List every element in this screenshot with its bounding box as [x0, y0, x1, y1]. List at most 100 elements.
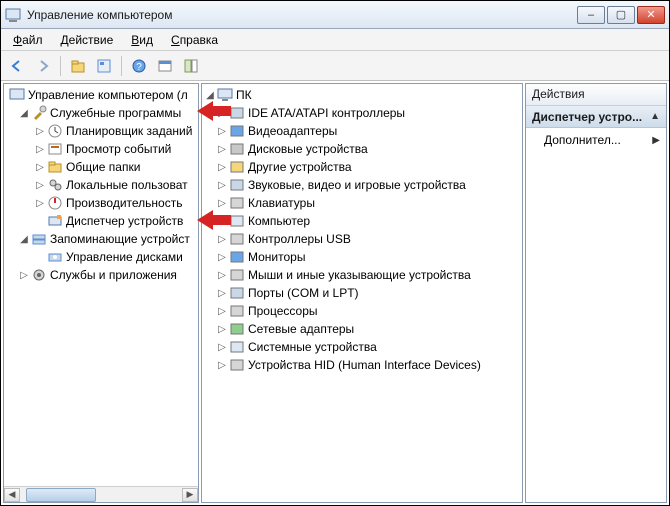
horizontal-scrollbar[interactable]: ◀ ▶	[4, 486, 198, 502]
tree-storage[interactable]: ◢ Запоминающие устройст	[4, 230, 198, 248]
device-tree[interactable]: ◢ ПК ▷IDE ATA/ATAPI контроллеры▷Видеоада…	[202, 84, 522, 502]
device-icon	[229, 267, 245, 283]
expand-icon[interactable]: ▷	[34, 144, 46, 155]
tree-label: Общие папки	[66, 160, 140, 174]
item-icon	[47, 123, 63, 139]
toolbar-help-button[interactable]: ?	[127, 54, 151, 78]
tree-item[interactable]: ▷Просмотр событий	[4, 140, 198, 158]
tree-label: Дисковые устройства	[248, 142, 368, 156]
computer-icon	[217, 87, 233, 103]
actions-header: Действия	[526, 84, 666, 106]
actions-more[interactable]: Дополнител... ▶	[526, 128, 666, 151]
expand-icon[interactable]: ▷	[216, 306, 228, 317]
device-category[interactable]: ▷Звуковые, видео и игровые устройства	[202, 176, 522, 194]
maximize-button[interactable]: ▢	[607, 6, 635, 24]
tree-root[interactable]: Управление компьютером (л	[4, 86, 198, 104]
device-icon	[229, 321, 245, 337]
item-icon	[47, 195, 63, 211]
toolbar-up-button[interactable]	[66, 54, 90, 78]
disk-mgmt-icon	[47, 249, 63, 265]
toolbar-separator	[121, 56, 122, 76]
expand-icon[interactable]: ▷	[34, 180, 46, 191]
tree-item[interactable]: ▷ Локальные пользоват	[4, 176, 198, 194]
left-tree[interactable]: Управление компьютером (л ◢ Служебные пр…	[4, 84, 198, 486]
expand-icon[interactable]: ▷	[216, 324, 228, 335]
expand-icon[interactable]: ▷	[34, 198, 46, 209]
expand-icon[interactable]: ▷	[216, 288, 228, 299]
collapse-icon[interactable]: ◢	[18, 108, 30, 119]
expand-icon[interactable]: ▷	[34, 162, 46, 173]
expand-icon[interactable]: ▷	[216, 270, 228, 281]
expand-icon[interactable]: ▷	[216, 342, 228, 353]
collapse-icon[interactable]: ◢	[18, 234, 30, 245]
device-category[interactable]: ▷ Дисковые устройства	[202, 140, 522, 158]
tree-label: Управление дисками	[66, 250, 183, 264]
scroll-thumb[interactable]	[26, 488, 96, 502]
minimize-button[interactable]: –	[577, 6, 605, 24]
tree-services[interactable]: ▷ Службы и приложения	[4, 266, 198, 284]
expand-icon[interactable]: ▷	[216, 144, 228, 155]
device-icon	[229, 303, 245, 319]
expand-icon[interactable]: ▷	[216, 252, 228, 263]
toolbar-show-button[interactable]	[179, 54, 203, 78]
device-category[interactable]: ▷ Другие устройства	[202, 158, 522, 176]
device-category[interactable]: ▷Процессоры	[202, 302, 522, 320]
tools-icon	[31, 105, 47, 121]
tree-label: Другие устройства	[248, 160, 352, 174]
scroll-right-button[interactable]: ▶	[182, 488, 198, 502]
tree-item[interactable]: Управление дисками	[4, 248, 198, 266]
window-buttons: – ▢ ✕	[577, 6, 665, 24]
toolbar-back-button[interactable]	[5, 54, 29, 78]
workspace: Управление компьютером (л ◢ Служебные пр…	[1, 81, 669, 505]
tree-item[interactable]: ▷Планировщик заданий	[4, 122, 198, 140]
device-category[interactable]: ▷Устройства HID (Human Interface Devices…	[202, 356, 522, 374]
device-category[interactable]: ▷Мыши и иные указывающие устройства	[202, 266, 522, 284]
expand-icon[interactable]: ▷	[216, 216, 228, 227]
expand-icon[interactable]: ▷	[216, 162, 228, 173]
actions-panel: Действия Диспетчер устро... ▲ Дополнител…	[525, 83, 667, 503]
expand-icon[interactable]: ▷	[216, 108, 228, 119]
expand-icon[interactable]: ▷	[216, 360, 228, 371]
device-icon	[229, 213, 245, 229]
menu-file[interactable]: Файл	[5, 31, 51, 49]
device-category[interactable]: ▷Порты (COM и LPT)	[202, 284, 522, 302]
device-category[interactable]: ▷ Видеоадаптеры	[202, 122, 522, 140]
tree-label: Видеоадаптеры	[248, 124, 337, 138]
scroll-track[interactable]	[20, 488, 182, 502]
tree-label: Службы и приложения	[50, 268, 177, 282]
device-category[interactable]: ▷Сетевые адаптеры	[202, 320, 522, 338]
device-icon	[229, 249, 245, 265]
device-category[interactable]: ▷Контроллеры USB	[202, 230, 522, 248]
device-root[interactable]: ◢ ПК	[202, 86, 522, 104]
tree-item[interactable]: Диспетчер устройств	[4, 212, 198, 230]
device-category[interactable]: ▷Мониторы	[202, 248, 522, 266]
toolbar-forward-button[interactable]	[31, 54, 55, 78]
expand-icon[interactable]: ▷	[216, 126, 228, 137]
device-category[interactable]: ▷Компьютер	[202, 212, 522, 230]
scroll-left-button[interactable]: ◀	[4, 488, 20, 502]
tree-label: Системные устройства	[248, 340, 377, 354]
device-category[interactable]: ▷IDE ATA/ATAPI контроллеры	[202, 104, 522, 122]
toolbar-props-button[interactable]	[92, 54, 116, 78]
menu-bar: Файл Действие Вид Справка	[1, 29, 669, 51]
expand-icon[interactable]: ▷	[216, 180, 228, 191]
svg-text:?: ?	[136, 62, 142, 73]
actions-group[interactable]: Диспетчер устро... ▲	[526, 106, 666, 128]
expand-icon[interactable]: ▷	[216, 234, 228, 245]
menu-action[interactable]: Действие	[53, 31, 122, 49]
tree-item[interactable]: ▷Производительность	[4, 194, 198, 212]
tree-tools[interactable]: ◢ Служебные программы	[4, 104, 198, 122]
expand-icon[interactable]: ▷	[34, 126, 46, 137]
tree-label: Локальные пользоват	[66, 178, 188, 192]
expand-icon[interactable]: ▷	[216, 198, 228, 209]
expand-icon[interactable]: ▷	[18, 270, 30, 281]
device-category[interactable]: ▷Клавиатуры	[202, 194, 522, 212]
toolbar-refresh-button[interactable]	[153, 54, 177, 78]
collapse-icon[interactable]: ◢	[204, 90, 216, 101]
menu-help[interactable]: Справка	[163, 31, 226, 49]
device-category[interactable]: ▷ Системные устройства	[202, 338, 522, 356]
computer-mgmt-icon	[9, 87, 25, 103]
menu-view[interactable]: Вид	[123, 31, 161, 49]
close-button[interactable]: ✕	[637, 6, 665, 24]
tree-item[interactable]: ▷ Общие папки	[4, 158, 198, 176]
